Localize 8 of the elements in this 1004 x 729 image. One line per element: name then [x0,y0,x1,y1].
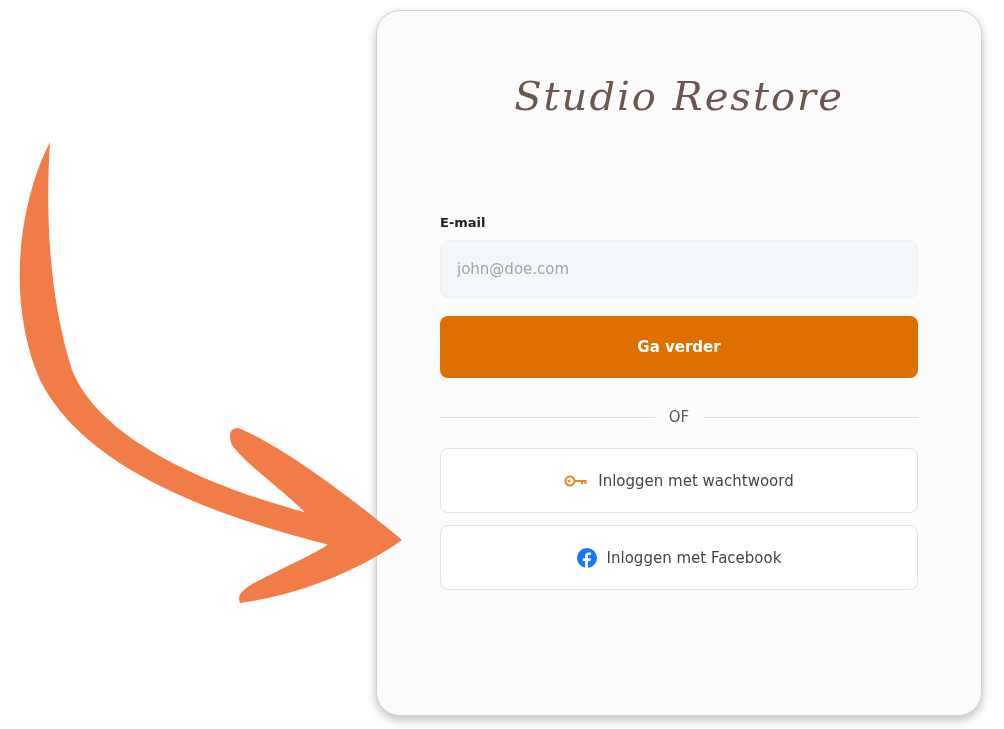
facebook-login-button[interactable]: Inloggen met Facebook [440,525,918,590]
divider-label: OF [668,408,690,426]
email-field[interactable]: john@doe.com [440,240,918,298]
email-label: E-mail [440,215,487,230]
facebook-icon [576,547,597,568]
password-login-button[interactable]: Inloggen met wachtwoord [440,448,918,513]
key-icon [564,474,589,487]
studio-logo: Studio Restore [514,73,844,119]
